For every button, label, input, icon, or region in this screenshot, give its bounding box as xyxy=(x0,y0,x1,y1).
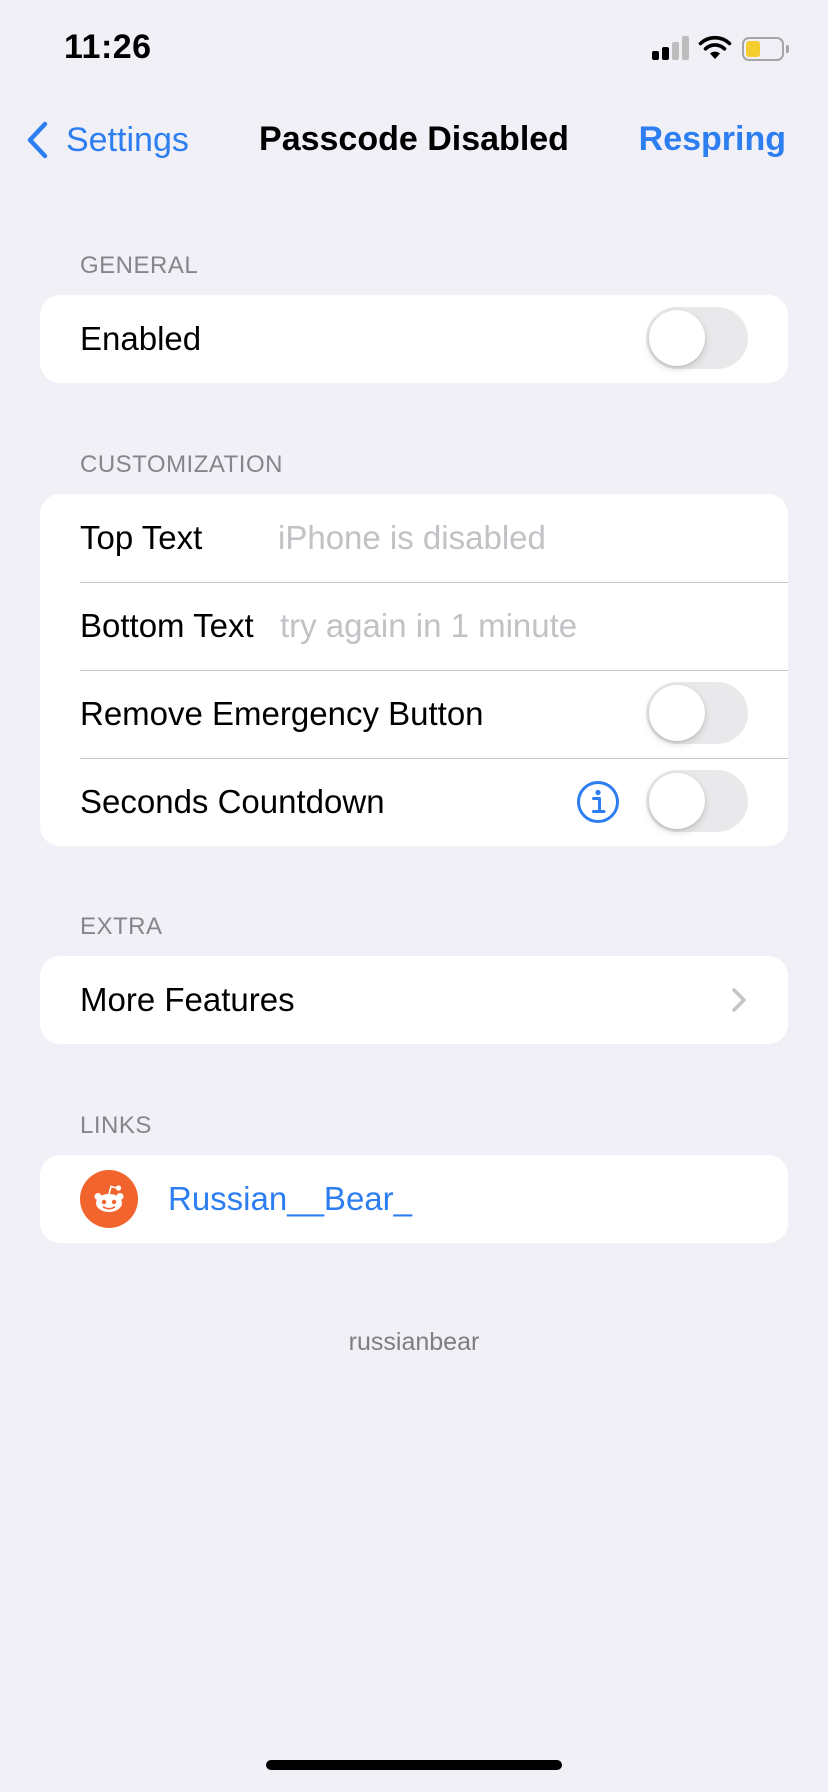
top-text-label: Top Text xyxy=(80,519,203,556)
seconds-countdown-toggle[interactable] xyxy=(646,770,748,832)
row-more-features[interactable]: More Features xyxy=(40,956,788,1044)
settings-screen: 11:26 Settings Passcode Disabled Resprin… xyxy=(0,0,828,1792)
footer-text: russianbear xyxy=(348,1328,480,1356)
section-header-general: GENERAL xyxy=(80,252,199,279)
row-seconds-countdown: Seconds Countdown xyxy=(40,758,788,846)
battery-icon xyxy=(742,37,789,61)
row-enabled: Enabled xyxy=(40,295,788,383)
status-time: 11:26 xyxy=(64,28,152,66)
remove-emergency-toggle[interactable] xyxy=(646,682,748,744)
seconds-countdown-label: Seconds Countdown xyxy=(80,783,385,820)
row-bottom-text: Bottom Text try again in 1 minute xyxy=(40,582,788,670)
toggle-knob xyxy=(649,773,705,829)
toggle-knob xyxy=(649,310,705,366)
section-header-extra: EXTRA xyxy=(80,913,163,940)
more-features-label: More Features xyxy=(80,981,295,1018)
enabled-toggle[interactable] xyxy=(646,307,748,369)
group-extra: More Features xyxy=(40,956,788,1044)
home-indicator[interactable] xyxy=(266,1760,562,1770)
toggle-knob xyxy=(649,685,705,741)
wifi-icon xyxy=(698,35,732,59)
group-general: Enabled xyxy=(40,295,788,383)
row-remove-emergency: Remove Emergency Button xyxy=(40,670,788,758)
group-links: Russian__Bear_ xyxy=(40,1155,788,1243)
remove-emergency-label: Remove Emergency Button xyxy=(80,695,484,732)
section-header-links: LINKS xyxy=(80,1112,152,1139)
enabled-label: Enabled xyxy=(80,320,202,357)
navigation-bar: Settings Passcode Disabled Respring xyxy=(0,100,828,180)
row-reddit-link[interactable]: Russian__Bear_ xyxy=(40,1155,788,1243)
respring-button[interactable]: Respring xyxy=(639,120,786,159)
info-icon[interactable] xyxy=(576,780,620,824)
bottom-text-field[interactable]: try again in 1 minute xyxy=(280,607,577,645)
reddit-link-label: Russian__Bear_ xyxy=(168,1180,412,1217)
section-header-customization: CUSTOMIZATION xyxy=(80,451,283,478)
chevron-right-icon xyxy=(732,988,746,1012)
cellular-signal-icon xyxy=(652,36,690,60)
reddit-icon xyxy=(80,1170,138,1228)
bottom-text-label: Bottom Text xyxy=(80,607,254,644)
group-customization: Top Text iPhone is disabled Bottom Text … xyxy=(40,494,788,846)
row-top-text: Top Text iPhone is disabled xyxy=(40,494,788,582)
top-text-field[interactable]: iPhone is disabled xyxy=(278,519,546,557)
status-bar: 11:26 xyxy=(0,0,828,100)
